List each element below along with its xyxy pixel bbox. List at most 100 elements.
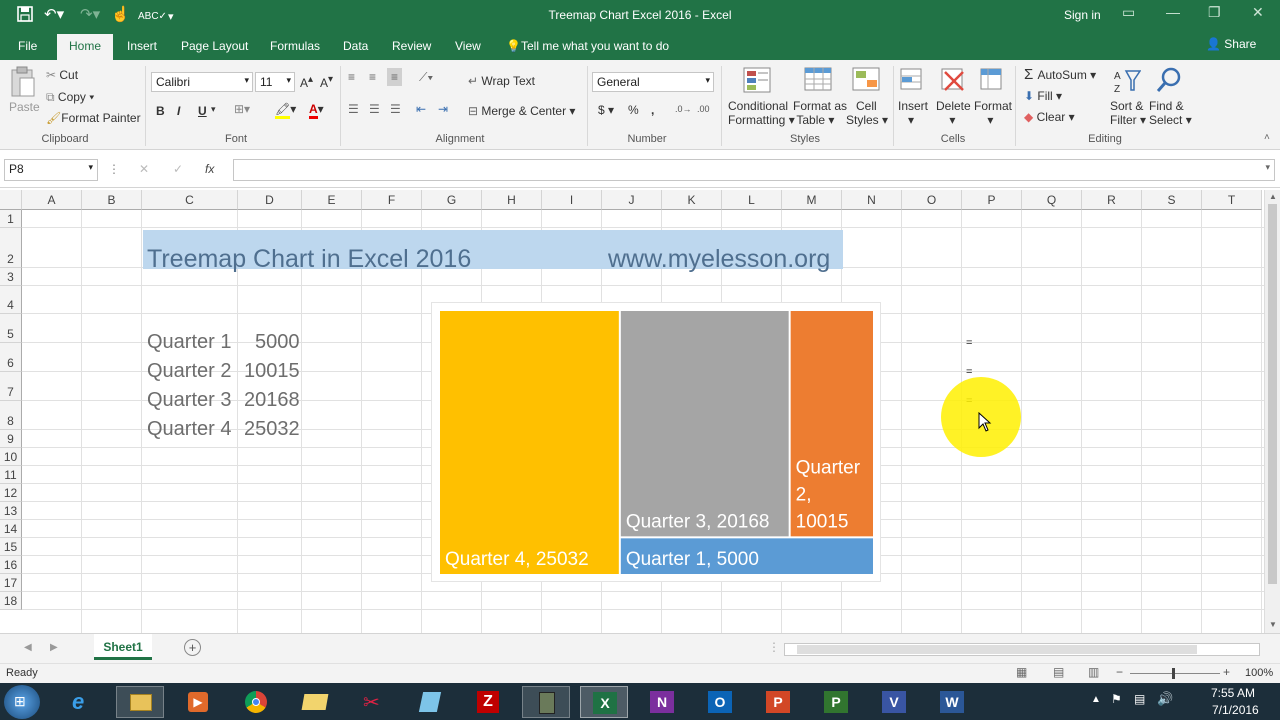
next-sheet-icon[interactable]: ▶ [50, 642, 58, 653]
sign-in-link[interactable]: Sign in [1064, 8, 1101, 22]
comma-button[interactable]: , [651, 103, 654, 117]
increase-decimal-icon[interactable]: .0→ [675, 104, 692, 114]
filezilla-icon[interactable]: Z [464, 686, 512, 718]
page-layout-view-icon[interactable]: ▤ [1053, 665, 1064, 679]
cell-p5[interactable]: = [966, 337, 972, 349]
folder-icon[interactable] [290, 686, 338, 718]
restore-icon[interactable]: ❐ [1208, 4, 1221, 21]
scroll-down-icon[interactable]: ▼ [1269, 620, 1277, 629]
visio-icon[interactable]: V [870, 686, 918, 718]
column-header-r[interactable]: R [1082, 190, 1142, 210]
zoom-in-icon[interactable]: + [1223, 665, 1230, 679]
clock-date[interactable]: 7/1/2016 [1212, 703, 1259, 717]
number-format-select[interactable]: General ▾ [592, 72, 714, 92]
column-header-t[interactable]: T [1202, 190, 1262, 210]
tab-page-layout[interactable]: Page Layout [181, 39, 248, 53]
column-header-n[interactable]: N [842, 190, 902, 210]
percent-button[interactable]: % [628, 103, 639, 117]
column-header-s[interactable]: S [1142, 190, 1202, 210]
column-header-j[interactable]: J [602, 190, 662, 210]
column-header-f[interactable]: F [362, 190, 422, 210]
row-header-15[interactable]: 15 [0, 538, 22, 556]
row-header-16[interactable]: 16 [0, 556, 22, 574]
delete-cells-button[interactable]: Delete ▾ [936, 99, 971, 127]
zoom-out-icon[interactable]: − [1116, 665, 1123, 679]
conditional-formatting-button[interactable]: Conditional Formatting ▾ [728, 99, 795, 127]
tell-me-search[interactable]: Tell me what you want to do [521, 39, 669, 53]
column-header-e[interactable]: E [302, 190, 362, 210]
select-all-corner[interactable] [0, 190, 22, 210]
top-align-icon[interactable]: ≡ [348, 70, 355, 84]
font-name-select[interactable]: Calibri ▾ [151, 72, 253, 92]
row-header-4[interactable]: 4 [0, 286, 22, 314]
sheet-title[interactable]: Treemap Chart in Excel 2016 [147, 245, 471, 274]
currency-button[interactable]: $ ▾ [598, 103, 614, 117]
tab-formulas[interactable]: Formulas [270, 39, 320, 53]
snipping-tool-icon[interactable]: ✂ [348, 686, 396, 718]
worksheet-grid[interactable]: ABCDEFGHIJKLMNOPQRST 1 2 3 4 5 6 7 8 9 10 11 12 13 14… [0, 190, 1264, 633]
formula-input[interactable]: ▾ [233, 159, 1275, 181]
column-header-c[interactable]: C [142, 190, 238, 210]
tab-insert[interactable]: Insert [127, 39, 157, 53]
row-header-14[interactable]: 14 [0, 520, 22, 538]
paste-button[interactable]: Paste [9, 100, 40, 114]
format-painter-button[interactable]: 🖌Format Painter [46, 111, 141, 125]
middle-align-icon[interactable]: ≡ [369, 70, 376, 84]
website-text[interactable]: www.myelesson.org [608, 245, 830, 274]
tab-view[interactable]: View [455, 39, 481, 53]
row-header-6[interactable]: 6 [0, 343, 22, 372]
tab-home[interactable]: Home [57, 34, 114, 60]
zoom-level[interactable]: 100% [1245, 667, 1273, 679]
orientation-icon[interactable]: ⟋▾ [419, 70, 433, 85]
column-header-d[interactable]: D [238, 190, 302, 210]
bold-button[interactable]: B [156, 104, 165, 118]
quarter-3-value[interactable]: 20168 [244, 389, 300, 412]
outlook-icon[interactable]: O [696, 686, 744, 718]
treemap-tile-quarter-4[interactable] [440, 311, 619, 574]
insert-cells-button[interactable]: Insert ▾ [898, 99, 928, 127]
merge-center-button[interactable]: ⊟ Merge & Center ▾ [468, 104, 575, 118]
insert-function-icon[interactable]: fx [205, 162, 214, 176]
zoom-slider-thumb[interactable] [1172, 668, 1175, 679]
new-sheet-button[interactable]: + [184, 639, 201, 656]
chrome-icon[interactable] [232, 686, 280, 718]
fill-button[interactable]: ⬇ Fill ▾ [1024, 89, 1062, 103]
column-header-l[interactable]: L [722, 190, 782, 210]
app-icon[interactable] [522, 686, 570, 718]
row-header-9[interactable]: 9 [0, 430, 22, 448]
font-size-select[interactable]: 11 ▾ [255, 72, 295, 92]
treemap-tile-quarter-3[interactable] [620, 311, 789, 537]
scroll-up-icon[interactable]: ▲ [1269, 192, 1277, 201]
column-header-i[interactable]: I [542, 190, 602, 210]
align-left-icon[interactable]: ☰ [348, 102, 359, 116]
row-header-7[interactable]: 7 [0, 372, 22, 401]
quarter-4-value[interactable]: 25032 [244, 418, 300, 441]
row-header-2[interactable]: 2 [0, 228, 22, 268]
excel-taskbar-icon[interactable]: X [580, 686, 628, 718]
close-icon[interactable]: ✕ [1252, 4, 1264, 21]
align-right-icon[interactable]: ☰ [390, 102, 401, 116]
grow-font-icon[interactable]: A▴ [300, 74, 313, 90]
row-header-18[interactable]: 18 [0, 592, 22, 610]
minimize-icon[interactable]: — [1166, 4, 1180, 20]
quarter-1-value[interactable]: 5000 [255, 331, 300, 354]
italic-button[interactable]: I [177, 104, 180, 118]
show-hidden-icons[interactable]: ▲ [1091, 694, 1101, 705]
vertical-scroll-thumb[interactable] [1268, 204, 1277, 584]
volume-icon[interactable]: 🔊 [1157, 691, 1173, 707]
column-header-o[interactable]: O [902, 190, 962, 210]
bottom-align-icon[interactable]: ≡ [387, 68, 403, 86]
sort-filter-button[interactable]: Sort & Filter ▾ [1110, 99, 1146, 127]
quarter-4-label[interactable]: Quarter 4 [147, 418, 231, 441]
clear-button[interactable]: ◆ Clear ▾ [1024, 110, 1075, 124]
file-explorer-icon[interactable] [116, 686, 164, 718]
project-icon[interactable]: P [812, 686, 860, 718]
tab-split-icon[interactable]: ⋮ [768, 640, 780, 654]
enter-icon[interactable]: ✓ [173, 162, 183, 176]
copy-button[interactable]: ⧉ Copy ▾ [46, 90, 94, 105]
quarter-3-label[interactable]: Quarter 3 [147, 389, 231, 412]
action-center-icon[interactable]: ⚑ [1111, 692, 1122, 706]
collapse-ribbon-icon[interactable]: ˄ [1264, 132, 1270, 143]
row-header-3[interactable]: 3 [0, 268, 22, 286]
media-player-icon[interactable]: ▶ [174, 686, 222, 718]
